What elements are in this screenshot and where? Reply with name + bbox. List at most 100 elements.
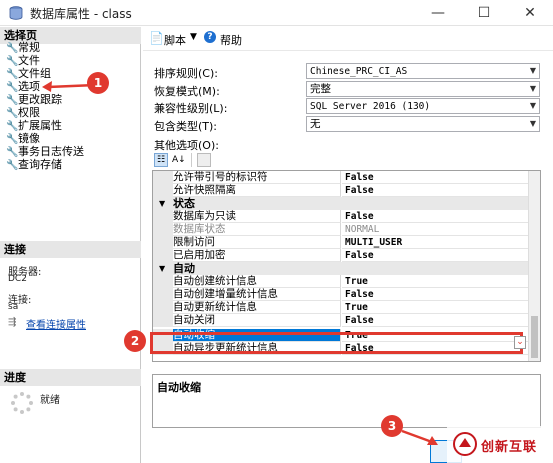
help-button[interactable]: 帮助 — [220, 32, 242, 48]
nav-item-options[interactable]: 🔧选项 — [6, 81, 40, 94]
grid-row[interactable]: 允许快照隔离 False — [153, 184, 529, 197]
containment-type-label: 包含类型(T): — [154, 120, 218, 133]
nav-item-permissions[interactable]: 🔧权限 — [6, 107, 40, 120]
nav-item-log-shipping[interactable]: 🔧事务日志传送 — [6, 146, 84, 159]
grid-category-label: 自动 — [173, 262, 195, 275]
grid-row-value[interactable]: False — [342, 184, 529, 197]
connection-value: sa — [8, 302, 19, 312]
grid-category-label: 状态 — [173, 197, 195, 210]
wrench-icon: 🔧 — [6, 121, 19, 132]
alphabetical-sort-icon[interactable]: A↓ — [172, 153, 188, 167]
grid-row[interactable]: 自动创建统计信息 True — [153, 275, 529, 288]
grid-row[interactable]: 自动更新统计信息 True — [153, 301, 529, 314]
wrench-icon: 🔧 — [6, 147, 19, 158]
grid-row-value[interactable]: NORMAL — [342, 223, 529, 236]
vertical-scrollbar[interactable] — [528, 171, 540, 361]
chevron-down-icon: ▼ — [529, 66, 536, 75]
containment-type-select[interactable]: 无 ▼ — [306, 116, 540, 132]
grid-row[interactable]: 允许带引号的标识符 False — [153, 171, 529, 184]
grid-row-value[interactable]: False — [342, 314, 529, 327]
grid-row-gutter — [153, 249, 173, 262]
grid-row-gutter — [153, 275, 173, 288]
scrollbar-thumb[interactable] — [531, 316, 538, 358]
description-pane: 自动收缩 — [152, 374, 541, 428]
wrench-icon: 🔧 — [6, 134, 19, 145]
chevron-down-icon: ▼ — [529, 119, 536, 128]
collapse-icon[interactable]: ▼ — [159, 262, 165, 275]
toolbar-divider — [191, 153, 192, 167]
grid-row-value[interactable]: True — [342, 301, 529, 314]
grid-row-name: 自动创建增量统计信息 — [173, 288, 341, 301]
progress-spinner-icon — [11, 392, 33, 414]
connection-header: 连接 — [0, 241, 141, 258]
grid-row[interactable]: 已启用加密 False — [153, 249, 529, 262]
grid-row-name: 数据库状态 — [173, 223, 341, 236]
script-button[interactable]: 脚本 — [164, 32, 186, 48]
grid-row-value[interactable]: MULTI_USER — [342, 236, 529, 249]
property-pages-icon[interactable] — [197, 153, 211, 167]
brand-logo-icon — [453, 432, 477, 456]
left-pane: 选择页 🔧常规 🔧文件 🔧文件组 🔧选项 🔧更改跟踪 🔧权限 🔧扩展属性 🔧镜像… — [0, 27, 141, 463]
nav-item-general[interactable]: 🔧常规 — [6, 42, 40, 55]
grid-row-value[interactable]: False — [342, 210, 529, 223]
recovery-model-select[interactable]: 完整 ▼ — [306, 81, 540, 97]
grid-row[interactable]: 自动创建增量统计信息 False — [153, 288, 529, 301]
compatibility-level-select[interactable]: SQL Server 2016 (130) ▼ — [306, 98, 540, 114]
nav-item-change-tracking[interactable]: 🔧更改跟踪 — [6, 94, 62, 107]
maximize-button[interactable]: ☐ — [461, 0, 507, 26]
progress-status: 就绪 — [40, 395, 60, 406]
chevron-down-icon: ▼ — [529, 101, 536, 110]
wrench-icon: 🔧 — [6, 160, 19, 171]
progress-header: 进度 — [0, 369, 141, 386]
grid-row-gutter — [153, 288, 173, 301]
grid-row[interactable]: 数据库为只读 False — [153, 210, 529, 223]
collapse-icon[interactable]: ▼ — [159, 197, 165, 210]
grid-row-gutter — [153, 314, 173, 327]
collation-select[interactable]: Chinese_PRC_CI_AS ▼ — [306, 63, 540, 79]
annotation-badge-1: 1 — [87, 72, 109, 94]
grid-row-name: 自动更新统计信息 — [173, 301, 341, 314]
wrench-icon: 🔧 — [6, 82, 19, 93]
categorized-sort-icon[interactable]: ☷ — [154, 153, 168, 167]
grid-row-name: 允许快照隔离 — [173, 184, 341, 197]
grid-row-value[interactable]: False — [342, 288, 529, 301]
window-title: 数据库属性 - class — [30, 7, 132, 21]
wrench-icon: 🔧 — [6, 95, 19, 106]
close-button[interactable]: ✕ — [507, 0, 553, 26]
view-connection-properties-link[interactable]: 查看连接属性 — [26, 316, 86, 331]
toolbar: 📄 脚本 ▼ ? 帮助 — [143, 27, 553, 51]
grid-row[interactable]: 数据库状态 NORMAL — [153, 223, 529, 236]
annotation-box — [150, 332, 523, 354]
nav-item-mirroring[interactable]: 🔧镜像 — [6, 133, 40, 146]
annotation-badge-3: 3 — [381, 415, 403, 437]
grid-row[interactable]: 限制访问 MULTI_USER — [153, 236, 529, 249]
compatibility-level-label: 兼容性级别(L): — [154, 102, 228, 115]
grid-row-gutter — [153, 210, 173, 223]
annotation-arrow-3 — [401, 429, 438, 445]
grid-row[interactable]: 自动关闭 False — [153, 314, 529, 327]
nav-item-extended-properties[interactable]: 🔧扩展属性 — [6, 120, 62, 133]
grid-category[interactable]: ▼ 自动 — [153, 262, 529, 275]
grid-row-value[interactable]: False — [342, 171, 529, 184]
other-options-label: 其他选项(O): — [154, 139, 219, 152]
grid-category[interactable]: ▼ 状态 — [153, 197, 529, 210]
watermark-text: 创新互联 — [481, 440, 538, 455]
connection-properties-icon: ⇶ — [8, 317, 17, 328]
grid-row-value[interactable]: False — [342, 249, 529, 262]
grid-row-gutter — [153, 223, 173, 236]
wrench-icon: 🔧 — [6, 56, 19, 67]
nav-item-files[interactable]: 🔧文件 — [6, 55, 40, 68]
grid-row-value[interactable]: True — [342, 275, 529, 288]
nav-item-query-store[interactable]: 🔧查询存储 — [6, 159, 62, 172]
grid-row-name: 限制访问 — [173, 236, 341, 249]
dropdown-chevron-icon[interactable]: ⌄ — [514, 336, 526, 349]
script-dropdown-icon[interactable]: ▼ — [190, 32, 197, 42]
grid-row-name: 自动关闭 — [173, 314, 341, 327]
minimize-button[interactable]: — — [415, 0, 461, 26]
annotation-badge-2: 2 — [124, 330, 146, 352]
wrench-icon: 🔧 — [6, 69, 19, 80]
grid-row-gutter — [153, 301, 173, 314]
database-icon — [9, 6, 23, 20]
grid-row-name: 允许带引号的标识符 — [173, 171, 341, 184]
grid-row-gutter — [153, 171, 173, 184]
